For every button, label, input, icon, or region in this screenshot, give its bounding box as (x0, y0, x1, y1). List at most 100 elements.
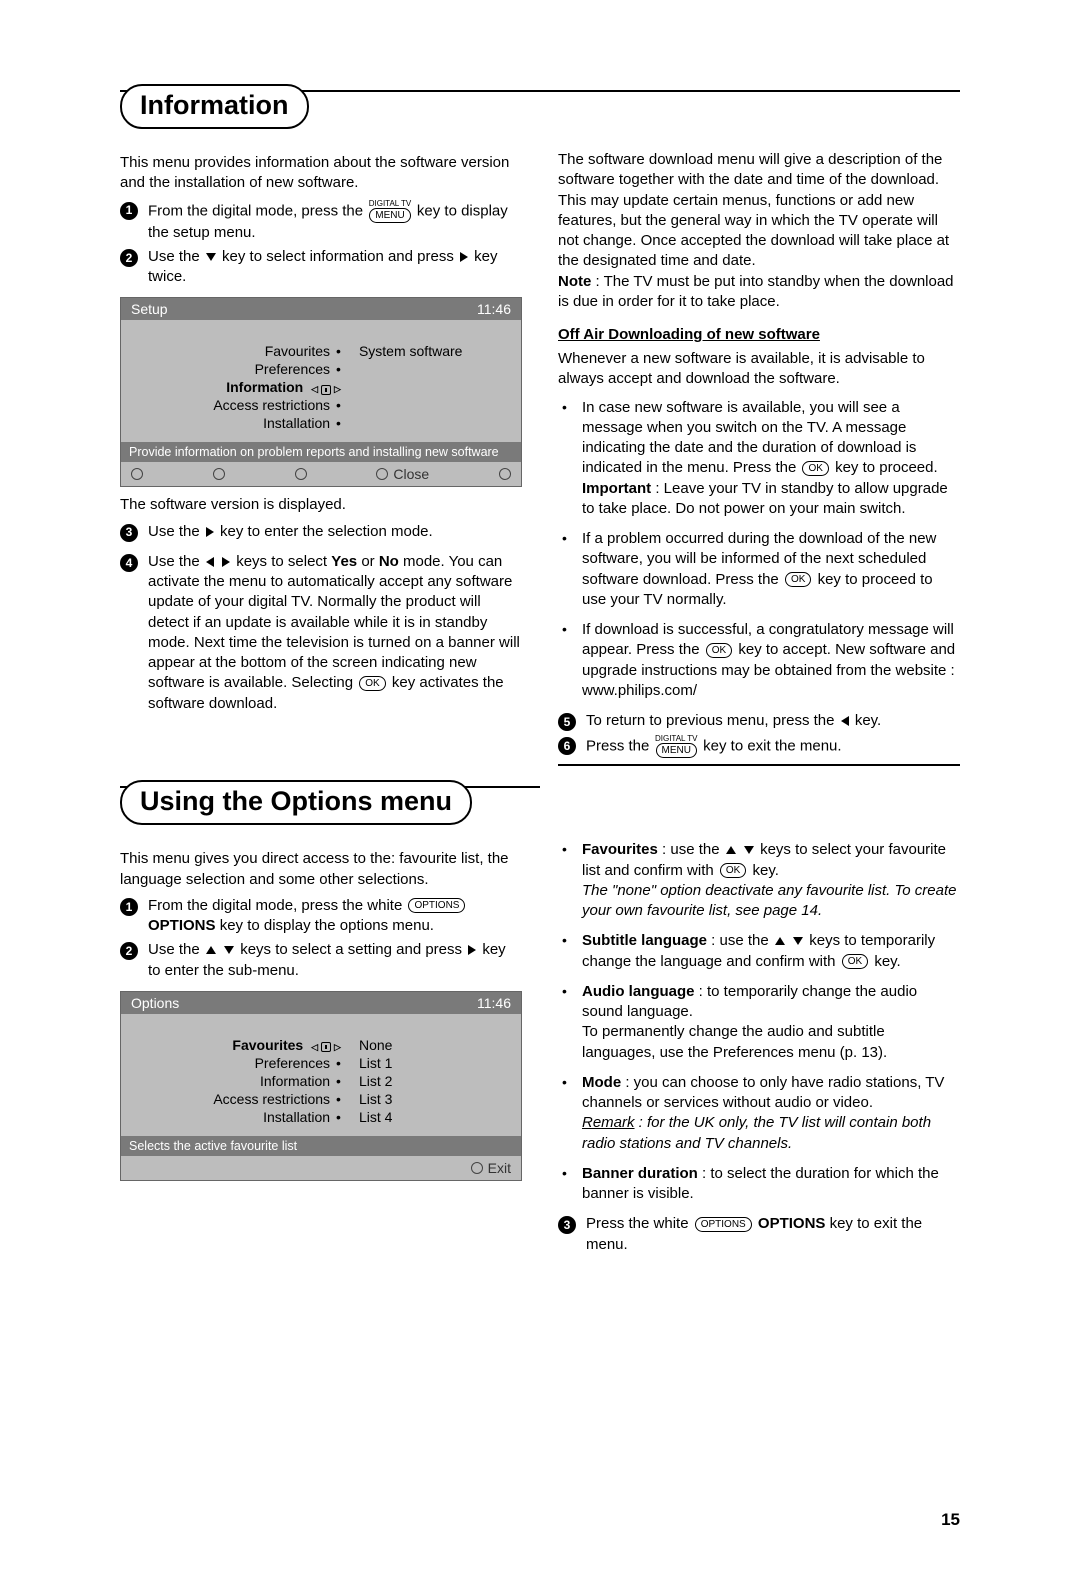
menu-item: Installation (263, 415, 330, 431)
menu-right-item: List 4 (359, 1108, 511, 1126)
step-3: 3 Press the white OPTIONS OPTIONS key to… (558, 1214, 960, 1255)
text: Whenever a new software is available, it… (558, 349, 960, 390)
options-key-icon: OPTIONS (695, 1217, 752, 1232)
ok-key-icon: OK (785, 572, 811, 587)
no-label: No (379, 553, 399, 570)
menu-time: 11:46 (477, 301, 511, 317)
ring-icon (131, 468, 143, 480)
text: The software version is displayed. (120, 495, 522, 515)
text: Use the (148, 248, 204, 265)
text: keys to select (236, 553, 331, 570)
ok-key-icon: OK (720, 863, 746, 878)
menu-right-item: System software (359, 342, 511, 360)
setup-menu-diagram: Setup 11:46 Favourites• Preferences• Inf… (120, 297, 522, 487)
step-number-icon: 2 (120, 942, 138, 960)
list-item: Banner duration : to select the duration… (558, 1164, 960, 1205)
text: key to enter the selection mode. (220, 523, 433, 540)
menu-key-icon: DIGITAL TV MENU (654, 735, 699, 758)
up-icon (726, 846, 736, 854)
menu-item: Access restrictions (213, 1091, 330, 1107)
list-item: Audio language : to temporarily change t… (558, 982, 960, 1063)
left-icon (841, 716, 849, 726)
step-number-icon: 3 (120, 524, 138, 542)
step-number-icon: 4 (120, 554, 138, 572)
menu-item-selected: Information (226, 379, 303, 395)
menu-item: Access restrictions (213, 397, 330, 413)
options-key-icon: OPTIONS (408, 898, 465, 913)
step-number-icon: 5 (558, 713, 576, 731)
menu-title: Setup (131, 301, 168, 317)
menu-item: Information (260, 1073, 330, 1089)
step-1: 1 From the digital mode, press the white… (120, 896, 522, 937)
step-number-icon: 6 (558, 737, 576, 755)
text: The software download menu will give a d… (558, 150, 960, 312)
text: Use the (148, 523, 204, 540)
right-icon (468, 945, 476, 955)
exit-label: Exit (488, 1160, 511, 1176)
text: key to select information and press (222, 248, 458, 265)
ok-key-icon: OK (802, 461, 828, 476)
list-item: In case new software is available, you w… (558, 398, 960, 520)
list-item: If a problem occurred during the downloa… (558, 529, 960, 610)
ok-key-icon: OK (842, 954, 868, 969)
ring-icon (376, 468, 388, 480)
right-icon (460, 252, 468, 262)
manual-page: Information This menu provides informati… (0, 0, 1080, 1574)
list-item: Favourites : use the keys to select your… (558, 840, 960, 921)
text: From the digital mode, press the (148, 202, 367, 219)
step-4: 4 Use the keys to select Yes or No mode.… (120, 552, 522, 714)
menu-title: Options (131, 995, 179, 1011)
menu-item: Preferences (255, 1055, 330, 1071)
menu-time: 11:46 (477, 995, 511, 1011)
down-icon (206, 253, 216, 261)
heading-information: Information (120, 84, 309, 129)
menu-right-item: List 2 (359, 1072, 511, 1090)
down-icon (224, 946, 234, 954)
step-1: 1 From the digital mode, press the DIGIT… (120, 200, 522, 243)
intro-text: This menu provides information about the… (120, 153, 522, 194)
ok-key-icon: OK (359, 676, 385, 691)
step-number-icon: 3 (558, 1216, 576, 1234)
ok-key-icon: OK (706, 643, 732, 658)
left-column-1: Information This menu provides informati… (120, 100, 522, 774)
menu-item-selected: Favourites (232, 1037, 303, 1053)
menu-right-item: None (359, 1036, 511, 1054)
cursor-icon: ◁▷ (311, 1042, 341, 1053)
menu-key-icon: DIGITAL TV MENU (367, 200, 412, 223)
list-item: Mode : you can choose to only have radio… (558, 1073, 960, 1154)
left-column-2: Using the Options menu This menu gives y… (120, 796, 522, 1259)
ring-icon (471, 1162, 483, 1174)
step-2: 2 Use the key to select information and … (120, 247, 522, 288)
menu-right-item: List 3 (359, 1090, 511, 1108)
subheading: Off Air Downloading of new software (558, 326, 960, 343)
menu-hint: Selects the active favourite list (121, 1136, 521, 1156)
step-6: 6 Press the DIGITAL TV MENU key to exit … (558, 735, 960, 758)
heading-options: Using the Options menu (120, 780, 472, 825)
text: mode. You can activate the menu to autom… (148, 553, 520, 692)
close-label: Close (393, 466, 429, 482)
ring-icon (213, 468, 225, 480)
yes-label: Yes (331, 553, 357, 570)
right-column-1: The software download menu will give a d… (558, 100, 960, 774)
right-icon (222, 557, 230, 567)
ring-icon (295, 468, 307, 480)
cursor-icon: ◁▷ (311, 384, 341, 395)
menu-item: Installation (263, 1109, 330, 1125)
text: This menu gives you direct access to the… (120, 849, 522, 890)
step-number-icon: 2 (120, 249, 138, 267)
ring-icon (499, 468, 511, 480)
step-5: 5 To return to previous menu, press the … (558, 711, 960, 731)
options-menu-diagram: Options 11:46 Favourites ◁▷ Preferences•… (120, 991, 522, 1181)
step-number-icon: 1 (120, 202, 138, 220)
step-3: 3 Use the key to enter the selection mod… (120, 522, 522, 542)
down-icon (793, 937, 803, 945)
left-icon (206, 557, 214, 567)
menu-right-item: List 1 (359, 1054, 511, 1072)
menu-item: Preferences (255, 361, 330, 377)
up-icon (206, 946, 216, 954)
right-icon (206, 527, 214, 537)
step-2: 2 Use the keys to select a setting and p… (120, 940, 522, 981)
up-icon (775, 937, 785, 945)
page-number: 15 (941, 1510, 960, 1530)
menu-hint: Provide information on problem reports a… (121, 442, 521, 462)
